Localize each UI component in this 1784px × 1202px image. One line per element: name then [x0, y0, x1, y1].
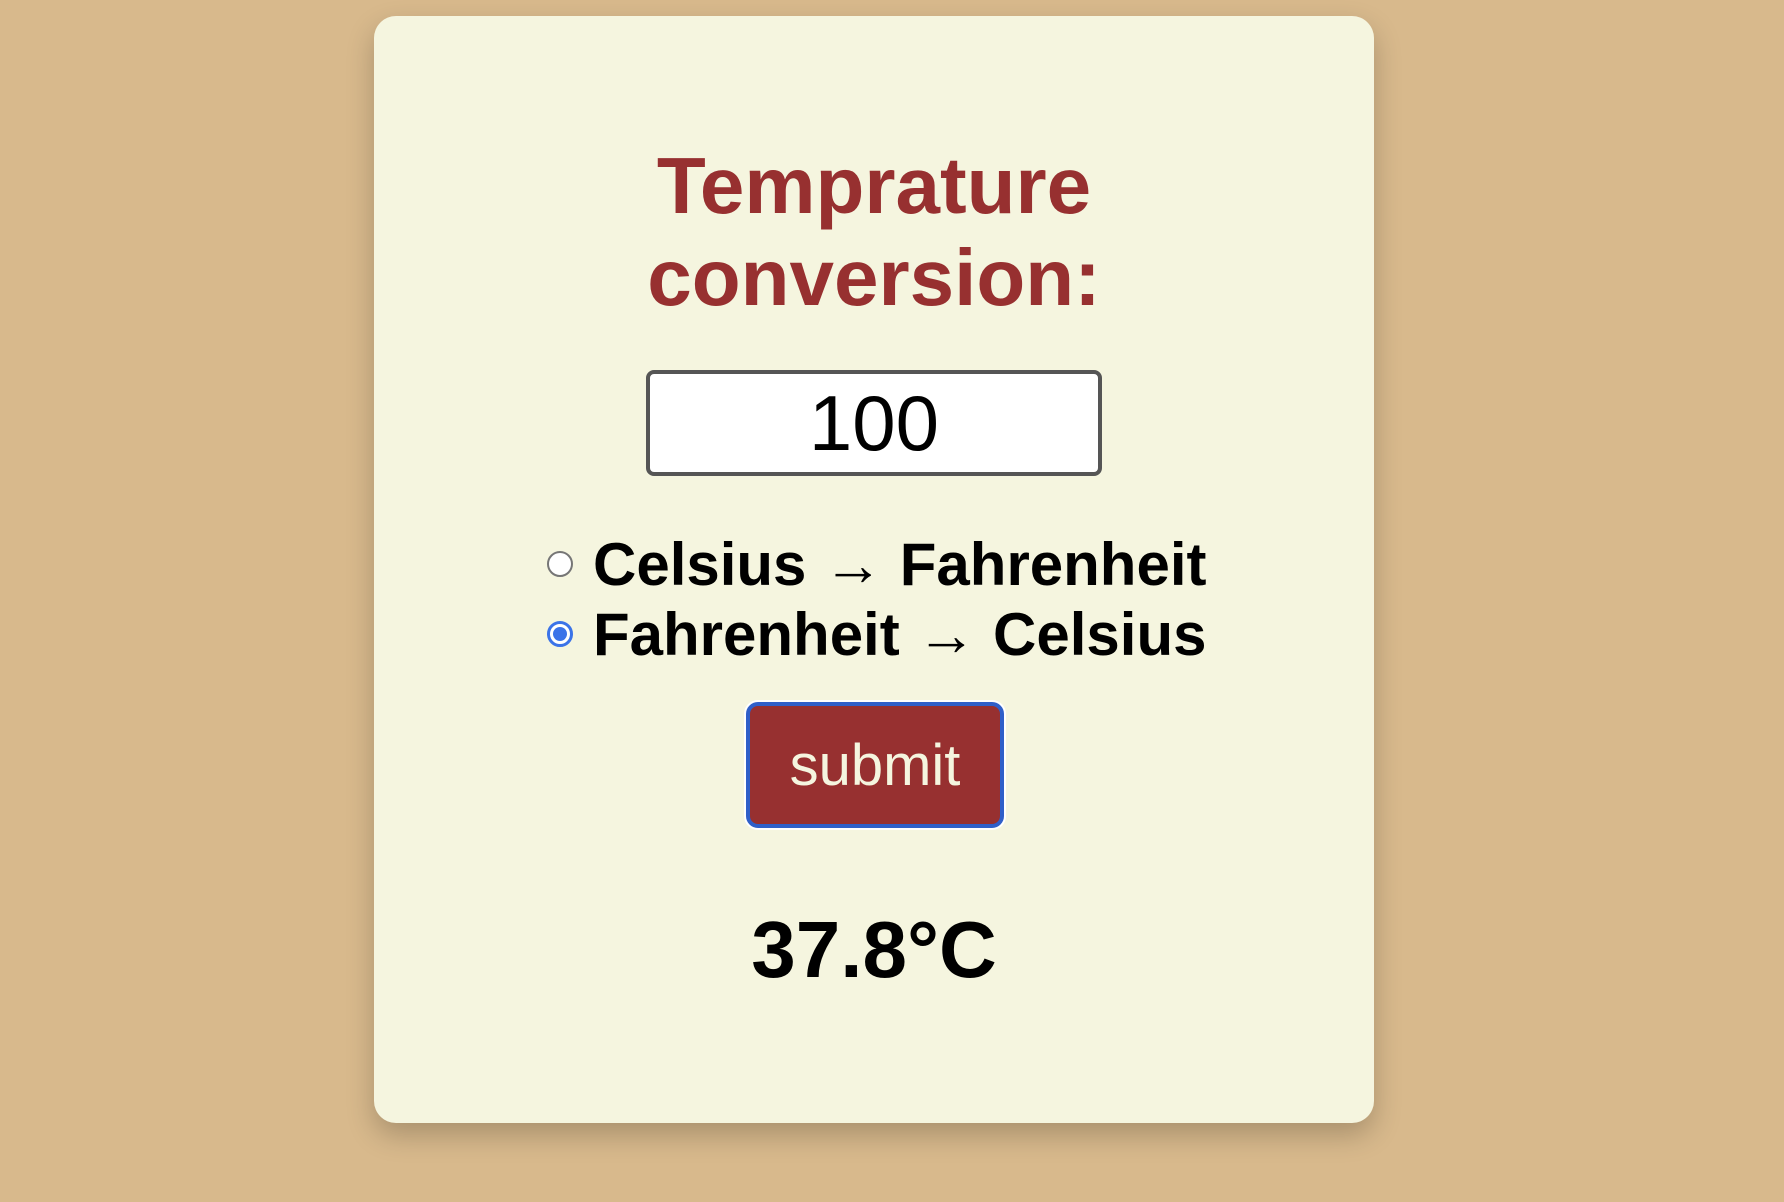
converter-card: Temprature conversion: Celsius → Fahrenh… — [374, 16, 1374, 1123]
title-line-1: Temprature — [656, 141, 1092, 230]
radio-option-celsius-to-fahrenheit[interactable]: Celsius → Fahrenheit — [547, 530, 1206, 599]
radio-celsius-to-fahrenheit[interactable] — [547, 551, 573, 577]
title-line-2: conversion: — [647, 233, 1101, 322]
radio-option-fahrenheit-to-celsius[interactable]: Fahrenheit → Celsius — [547, 600, 1206, 669]
page-title: Temprature conversion: — [374, 140, 1374, 324]
conversion-result: 37.8°C — [751, 905, 997, 994]
radio-label-fahrenheit-to-celsius[interactable]: Fahrenheit → Celsius — [593, 600, 1206, 669]
radio-fahrenheit-to-celsius[interactable] — [547, 621, 573, 647]
submit-button[interactable]: submit — [746, 702, 1004, 828]
temperature-input[interactable] — [646, 370, 1102, 476]
radio-label-celsius-to-fahrenheit[interactable]: Celsius → Fahrenheit — [593, 530, 1206, 599]
